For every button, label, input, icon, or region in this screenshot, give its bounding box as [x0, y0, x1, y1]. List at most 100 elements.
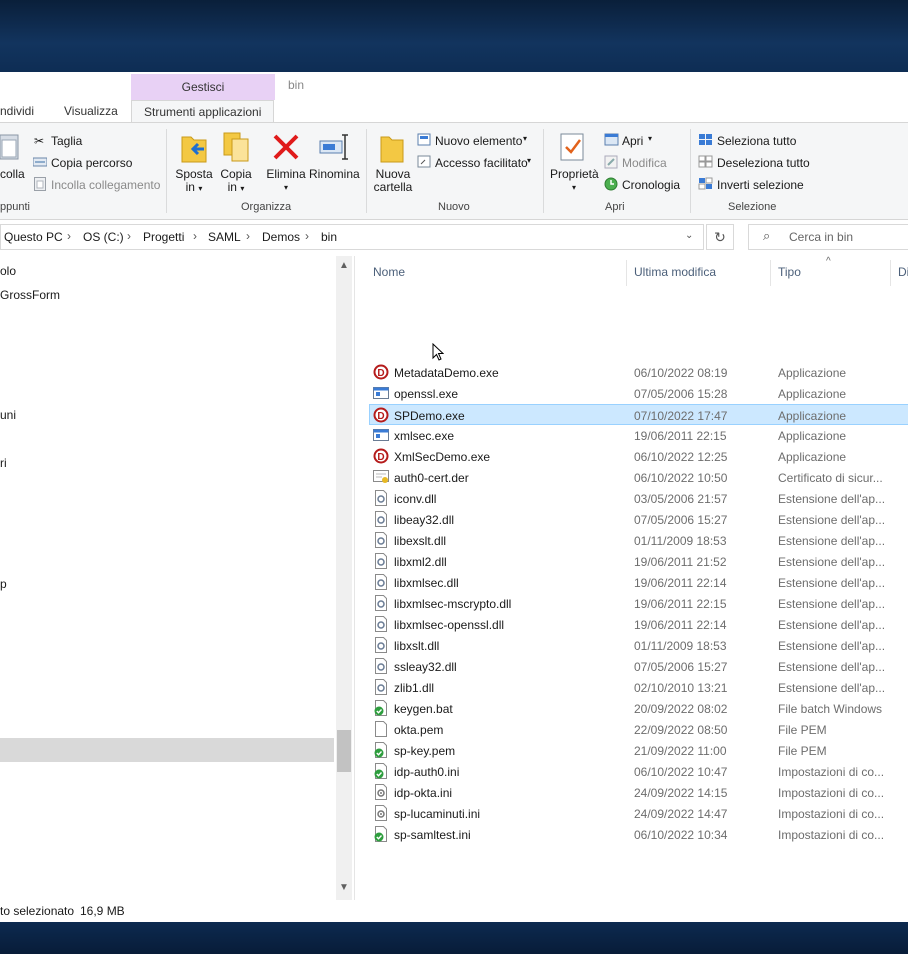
- file-row[interactable]: D XmlSecDemo.exe 06/10/2022 12:25 Applicazi…: [370, 446, 908, 467]
- file-row[interactable]: idp-okta.ini 24/09/2022 14:15 Impostazioni…: [370, 782, 908, 803]
- open-button[interactable]: Apri: [622, 134, 643, 148]
- file-row[interactable]: libeay32.dll 07/05/2006 15:27 Estensione d…: [370, 509, 908, 530]
- column-header-type[interactable]: Tipo: [778, 265, 801, 279]
- file-row[interactable]: libxmlsec-openssl.dll 19/06/2011 22:14 Est…: [370, 614, 908, 635]
- breadcrumb-demos[interactable]: Demos: [262, 230, 300, 244]
- column-separator[interactable]: [770, 260, 771, 286]
- tab-visualizza[interactable]: Visualizza: [64, 100, 118, 122]
- history-button[interactable]: Cronologia: [622, 178, 680, 192]
- file-name[interactable]: libexslt.dll: [394, 534, 446, 548]
- file-row[interactable]: openssl.exe 07/05/2006 15:28 Applicazione: [370, 383, 908, 404]
- file-row[interactable]: ssleay32.dll 07/05/2006 15:27 Estensione d…: [370, 656, 908, 677]
- file-name[interactable]: libxmlsec-openssl.dll: [394, 618, 504, 632]
- file-row[interactable]: iconv.dll 03/05/2006 21:57 Estensione dell…: [370, 488, 908, 509]
- file-row[interactable]: libxmlsec-mscrypto.dll 19/06/2011 22:15 Es…: [370, 593, 908, 614]
- cut-button[interactable]: Taglia: [51, 134, 82, 148]
- file-name[interactable]: iconv.dll: [394, 492, 436, 506]
- file-row[interactable]: okta.pem 22/09/2022 08:50 File PEM: [370, 719, 908, 740]
- file-name[interactable]: sp-key.pem: [394, 744, 455, 758]
- refresh-button[interactable]: ↻: [706, 224, 734, 250]
- scroll-down-icon[interactable]: ▼: [339, 882, 349, 893]
- pane-divider[interactable]: [354, 256, 355, 900]
- column-separator[interactable]: [890, 260, 891, 286]
- tab-condividi[interactable]: ndividi: [0, 100, 34, 122]
- file-name[interactable]: sp-samltest.ini: [394, 828, 471, 842]
- nav-item[interactable]: olo: [0, 264, 16, 278]
- nav-selected-item[interactable]: [0, 738, 334, 762]
- file-row[interactable]: xmlsec.exe 19/06/2011 22:15 Applicazione: [370, 425, 908, 446]
- scrollbar-thumb[interactable]: [337, 730, 351, 772]
- file-name[interactable]: keygen.bat: [394, 702, 453, 716]
- tab-strumenti-applicazioni[interactable]: Strumenti applicazioni: [131, 100, 275, 123]
- select-none-button[interactable]: Deseleziona tutto: [717, 156, 810, 170]
- breadcrumb-saml[interactable]: SAML: [208, 230, 241, 244]
- file-name[interactable]: libxml2.dll: [394, 555, 447, 569]
- file-row[interactable]: libxmlsec.dll 19/06/2011 22:14 Estensione …: [370, 572, 908, 593]
- file-name[interactable]: XmlSecDemo.exe: [394, 450, 490, 464]
- file-name[interactable]: SPDemo.exe: [394, 409, 465, 423]
- paste-shortcut-button[interactable]: Incolla collegamento: [51, 178, 160, 192]
- file-row[interactable]: sp-lucaminuti.ini 24/09/2022 14:47 Imposta…: [370, 803, 908, 824]
- nav-item[interactable]: GrossForm: [0, 288, 60, 302]
- breadcrumb-bin[interactable]: bin: [321, 230, 337, 244]
- breadcrumb-progetti[interactable]: Progetti: [143, 230, 184, 244]
- breadcrumb-os-c[interactable]: OS (C:): [83, 230, 124, 244]
- file-name[interactable]: libxmlsec.dll: [394, 576, 459, 590]
- chevron-right-icon[interactable]: ›: [246, 229, 250, 243]
- file-row[interactable]: libxml2.dll 19/06/2011 21:52 Estensione de…: [370, 551, 908, 572]
- invert-selection-button[interactable]: Inverti selezione: [717, 178, 804, 192]
- file-name[interactable]: libeay32.dll: [394, 513, 454, 527]
- paste-icon[interactable]: [0, 132, 20, 160]
- file-row[interactable]: D MetadataDemo.exe 06/10/2022 08:19 Applica…: [370, 362, 908, 383]
- chevron-right-icon[interactable]: ›: [127, 229, 131, 243]
- select-all-button[interactable]: Seleziona tutto: [717, 134, 796, 148]
- file-name[interactable]: sp-lucaminuti.ini: [394, 807, 480, 821]
- file-name[interactable]: openssl.exe: [394, 387, 458, 401]
- file-name[interactable]: idp-okta.ini: [394, 786, 452, 800]
- copy-to-button[interactable]: Copia in ▾: [216, 168, 256, 195]
- delete-button[interactable]: Elimina ▾: [264, 168, 308, 194]
- breadcrumb-questo-pc[interactable]: Questo PC: [4, 230, 63, 244]
- scroll-up-icon[interactable]: ▲: [339, 260, 349, 271]
- file-row[interactable]: keygen.bat 20/09/2022 08:02 File batch Win…: [370, 698, 908, 719]
- search-box[interactable]: ⌕ Cerca in bin: [748, 224, 908, 250]
- chevron-right-icon[interactable]: ›: [305, 229, 309, 243]
- paste-button[interactable]: colla: [0, 168, 25, 181]
- chevron-right-icon[interactable]: ›: [67, 229, 71, 243]
- new-item-button[interactable]: Nuovo elemento: [435, 134, 522, 148]
- column-header-name[interactable]: Nome: [373, 265, 405, 279]
- new-folder-button[interactable]: Nuova cartella: [373, 168, 413, 194]
- file-name[interactable]: MetadataDemo.exe: [394, 366, 499, 380]
- file-name[interactable]: xmlsec.exe: [394, 429, 454, 443]
- file-row[interactable]: auth0-cert.der 06/10/2022 10:50 Certificat…: [370, 467, 908, 488]
- easy-access-button[interactable]: Accesso facilitato: [435, 156, 528, 170]
- column-header-size[interactable]: Di: [898, 265, 908, 279]
- address-bar[interactable]: Questo PC › OS (C:) › Progetti › SAML › …: [0, 224, 704, 250]
- file-row[interactable]: idp-auth0.ini 06/10/2022 10:47 Impostazion…: [370, 761, 908, 782]
- file-name[interactable]: idp-auth0.ini: [394, 765, 459, 779]
- chevron-down-icon[interactable]: ⌄: [685, 230, 693, 241]
- nav-item[interactable]: ri: [0, 456, 7, 470]
- chevron-right-icon[interactable]: ›: [193, 229, 197, 243]
- file-name[interactable]: okta.pem: [394, 723, 443, 737]
- file-row[interactable]: zlib1.dll 02/10/2010 13:21 Estensione dell…: [370, 677, 908, 698]
- file-name[interactable]: auth0-cert.der: [394, 471, 469, 485]
- copy-path-button[interactable]: Copia percorso: [51, 156, 132, 170]
- nav-item[interactable]: p: [0, 577, 7, 591]
- file-row[interactable]: sp-key.pem 21/09/2022 11:00 File PEM: [370, 740, 908, 761]
- rename-button[interactable]: Rinomina: [309, 168, 360, 181]
- nav-scrollbar[interactable]: ▲ ▼: [336, 256, 352, 900]
- file-name[interactable]: zlib1.dll: [394, 681, 434, 695]
- file-row[interactable]: sp-samltest.ini 06/10/2022 10:34 Impostazi…: [370, 824, 908, 845]
- file-row[interactable]: libexslt.dll 01/11/2009 18:53 Estensione d…: [370, 530, 908, 551]
- file-name[interactable]: libxmlsec-mscrypto.dll: [394, 597, 511, 611]
- file-row[interactable]: libxslt.dll 01/11/2009 18:53 Estensione de…: [370, 635, 908, 656]
- column-header-modified[interactable]: Ultima modifica: [634, 265, 716, 279]
- move-to-button[interactable]: Sposta in ▾: [174, 168, 214, 195]
- file-name[interactable]: libxslt.dll: [394, 639, 439, 653]
- column-separator[interactable]: [626, 260, 627, 286]
- edit-button[interactable]: Modifica: [622, 156, 667, 170]
- file-row-selected[interactable]: D SPDemo.exe 07/10/2022 17:47 Applicazione: [369, 404, 908, 425]
- file-name[interactable]: ssleay32.dll: [394, 660, 457, 674]
- properties-button[interactable]: Proprietà ▾: [550, 168, 599, 194]
